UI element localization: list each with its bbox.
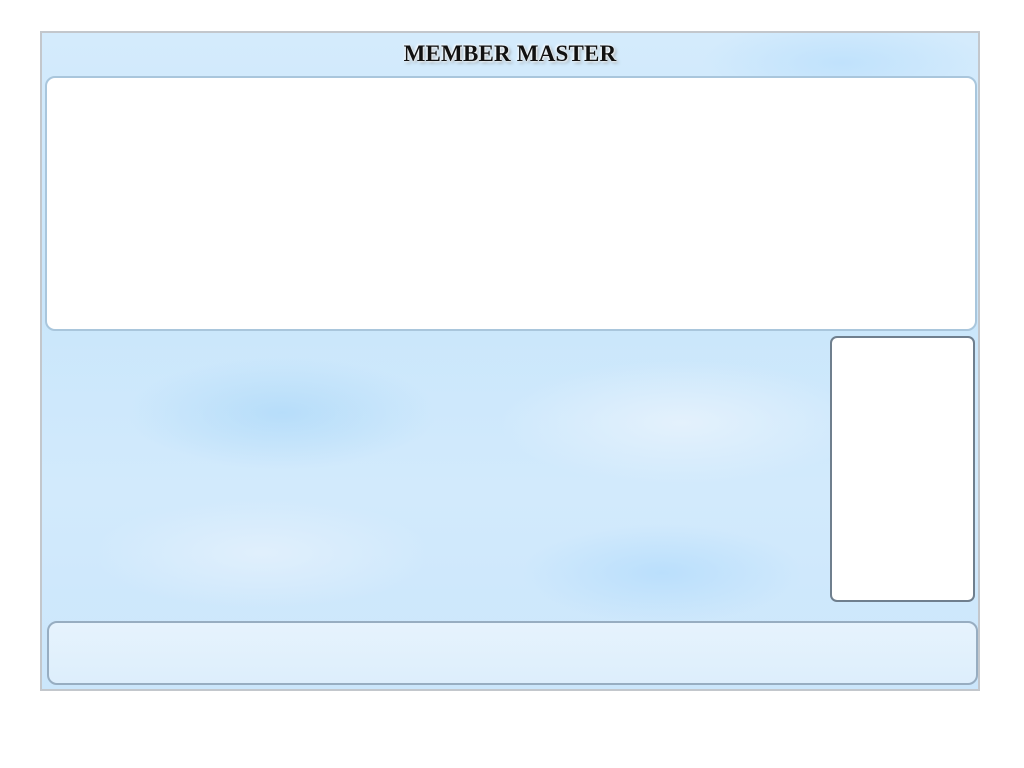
side-panel[interactable] bbox=[830, 336, 975, 602]
bottom-bar[interactable] bbox=[47, 621, 978, 685]
member-master-window: MEMBER MASTER bbox=[40, 31, 980, 691]
member-list-panel[interactable] bbox=[45, 76, 977, 331]
window-title: MEMBER MASTER bbox=[403, 41, 617, 66]
